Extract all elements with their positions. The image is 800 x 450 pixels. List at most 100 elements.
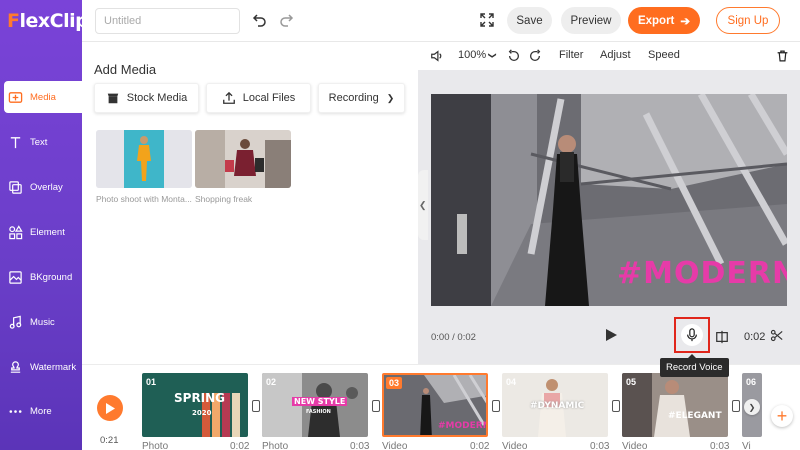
clip-number: 06 bbox=[746, 377, 757, 387]
transition-button[interactable] bbox=[492, 400, 500, 412]
chevron-left-icon: ❯ bbox=[419, 199, 427, 210]
clip-duration: 0:02 bbox=[744, 331, 766, 343]
sidebar-item-text[interactable]: Text bbox=[0, 126, 82, 158]
timeline-clip[interactable]: 02 NEW STYLE FASHION bbox=[262, 373, 368, 437]
transition-button[interactable] bbox=[252, 400, 260, 412]
transition-button[interactable] bbox=[372, 400, 380, 412]
media-icon bbox=[8, 90, 23, 105]
split-icon[interactable] bbox=[715, 330, 729, 344]
sidebar-item-element[interactable]: Element bbox=[0, 216, 82, 248]
clip-duration: 0:02 bbox=[470, 441, 490, 450]
panel-title: Add Media bbox=[94, 62, 157, 77]
stock-media-icon bbox=[107, 93, 118, 104]
background-icon bbox=[8, 270, 23, 285]
add-clip-button[interactable]: + bbox=[771, 405, 793, 427]
local-files-button[interactable]: Local Files bbox=[206, 83, 311, 113]
fullscreen-icon[interactable] bbox=[479, 12, 495, 28]
overlay-icon bbox=[8, 180, 23, 195]
export-button[interactable]: Export ➔ bbox=[628, 7, 700, 34]
undo-icon[interactable] bbox=[252, 12, 268, 28]
trash-icon[interactable] bbox=[776, 49, 789, 63]
transition-button[interactable] bbox=[732, 400, 740, 412]
button-label: Stock Media bbox=[126, 92, 188, 104]
clip-duration: 0:03 bbox=[590, 441, 610, 450]
recording-dropdown[interactable]: Recording ❯ bbox=[318, 83, 405, 113]
more-icon bbox=[8, 404, 23, 419]
media-item[interactable] bbox=[96, 130, 192, 188]
clip-overlay-text: NEW STYLE bbox=[292, 397, 348, 406]
sidebar-item-overlay[interactable]: Overlay bbox=[0, 171, 82, 203]
timeline-scroll-right-button[interactable]: ❯ bbox=[744, 399, 760, 415]
clip-number: 04 bbox=[506, 377, 517, 387]
save-button[interactable]: Save bbox=[507, 7, 552, 34]
collapse-panel-button[interactable]: ❯ bbox=[418, 170, 428, 240]
stock-media-button[interactable]: Stock Media bbox=[94, 83, 199, 113]
timeline-clip[interactable]: 01 SPRING 2020 bbox=[142, 373, 248, 437]
clip-type: Photo bbox=[142, 441, 169, 450]
sidebar-item-watermark[interactable]: Watermark bbox=[0, 351, 82, 383]
element-icon bbox=[8, 224, 23, 240]
rotate-right-icon[interactable] bbox=[528, 49, 542, 63]
zoom-dropdown[interactable]: 100% ❯ bbox=[458, 49, 497, 61]
clip-thumbnail bbox=[142, 373, 248, 437]
speed-button[interactable]: Speed bbox=[648, 49, 680, 61]
redo-icon[interactable] bbox=[278, 12, 294, 28]
clip-duration: 0:02 bbox=[230, 441, 250, 450]
timeline-clip[interactable]: 05 #ELEGANT bbox=[622, 373, 728, 437]
sidebar-item-music[interactable]: Music bbox=[0, 306, 82, 338]
sidebar: FlexClip Media Text Overlay Element BKgr… bbox=[0, 0, 89, 450]
timeline-clip[interactable]: 04 #DYNAMIC bbox=[502, 373, 608, 437]
record-voice-tooltip: Record Voice bbox=[660, 354, 729, 377]
sidebar-item-background[interactable]: BKground bbox=[0, 261, 82, 293]
play-icon bbox=[106, 402, 115, 414]
top-bar: Save Preview Export ➔ Sign Up bbox=[82, 0, 800, 42]
clip-thumbnail bbox=[622, 373, 728, 437]
media-thumbnail-fashion bbox=[96, 130, 192, 188]
clip-number: 03 bbox=[386, 377, 403, 389]
timeline-play-button[interactable] bbox=[97, 395, 123, 421]
chevron-down-icon: ❯ bbox=[487, 51, 497, 59]
play-icon[interactable] bbox=[604, 328, 618, 342]
editor-area: 100% ❯ Filter Adjust Speed #MODERN 0:00 … bbox=[418, 42, 800, 364]
button-label: Local Files bbox=[242, 92, 296, 104]
sidebar-item-more[interactable]: More bbox=[0, 395, 82, 427]
clip-overlay-text: SPRING bbox=[174, 391, 226, 405]
media-item[interactable] bbox=[195, 130, 291, 188]
filter-button[interactable]: Filter bbox=[559, 49, 583, 61]
media-caption: Photo shoot with Monta... bbox=[96, 194, 192, 204]
watermark-icon bbox=[8, 360, 23, 375]
overlay-text: #MODERN bbox=[617, 256, 787, 291]
adjust-button[interactable]: Adjust bbox=[600, 49, 631, 61]
sidebar-item-label: BKground bbox=[30, 271, 73, 283]
video-preview[interactable]: #MODERN bbox=[431, 94, 787, 306]
signup-button[interactable]: Sign Up bbox=[716, 7, 780, 34]
zoom-value: 100% bbox=[458, 49, 487, 61]
sidebar-item-label: Text bbox=[30, 136, 48, 148]
clip-number: 01 bbox=[146, 377, 157, 387]
sidebar-item-media[interactable]: Media bbox=[4, 81, 82, 113]
timeline-total-time: 0:21 bbox=[100, 435, 119, 446]
sidebar-item-label: Element bbox=[30, 226, 65, 238]
media-panel: Add Media Stock Media Local Files Record… bbox=[82, 42, 418, 364]
flexclip-logo[interactable]: FlexClip bbox=[7, 10, 89, 32]
chevron-right-icon: ❯ bbox=[748, 402, 756, 412]
upload-icon bbox=[222, 91, 235, 104]
preview-button[interactable]: Preview bbox=[561, 7, 621, 34]
project-title-input[interactable] bbox=[95, 8, 240, 34]
clip-overlay-text: #ELEGANT bbox=[668, 411, 722, 421]
scissors-icon[interactable] bbox=[770, 329, 783, 342]
music-icon bbox=[8, 315, 23, 330]
volume-icon[interactable] bbox=[430, 49, 444, 63]
timeline-clip-selected[interactable]: 03 #MODERN bbox=[382, 373, 488, 437]
rotate-left-icon[interactable] bbox=[507, 49, 521, 63]
media-thumbnail-shopping bbox=[195, 130, 291, 188]
clip-number: 05 bbox=[626, 377, 637, 387]
transition-button[interactable] bbox=[612, 400, 620, 412]
chevron-down-icon: ❯ bbox=[386, 92, 395, 103]
sidebar-item-label: More bbox=[30, 405, 52, 417]
export-label: Export bbox=[637, 14, 675, 27]
text-icon bbox=[8, 135, 23, 150]
button-label: Recording bbox=[328, 92, 379, 104]
record-voice-button[interactable] bbox=[674, 317, 710, 353]
editor-toolbar: 100% ❯ Filter Adjust Speed bbox=[418, 42, 800, 70]
